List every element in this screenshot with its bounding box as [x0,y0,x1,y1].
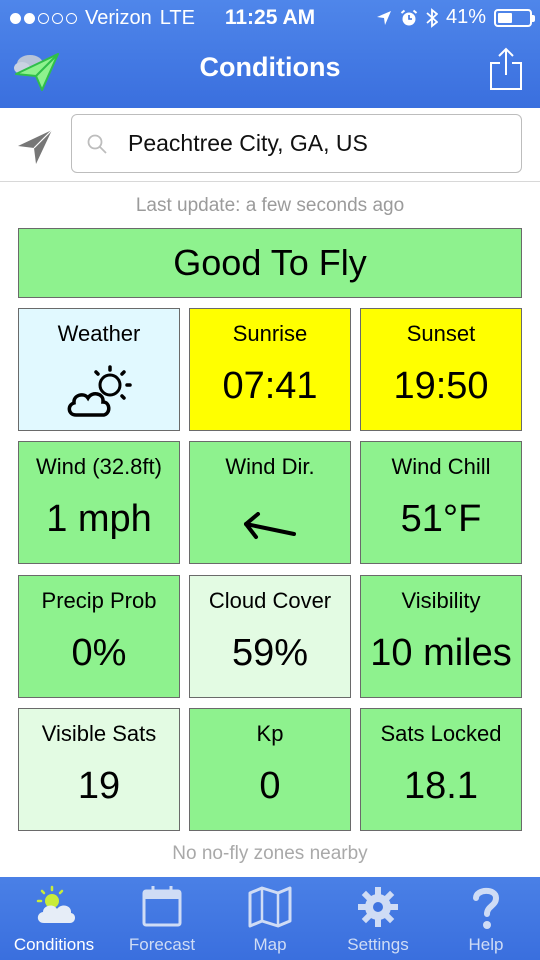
partly-cloudy-icon [67,365,132,417]
no-fly-zones-text: No no-fly zones nearby [172,843,368,864]
wind-speed-tile[interactable]: Wind (32.8ft) 1 mph [18,441,180,564]
tile-value: 10 miles [370,632,512,674]
page-title: Conditions [199,52,341,82]
tile-label: Wind Dir. [225,454,315,479]
tile-value: 19 [77,765,121,807]
tab-label: Forecast [128,935,196,954]
tile-label: Precip Prob [41,588,157,613]
partly-cloudy-icon [36,885,76,923]
share-icon[interactable] [488,46,524,92]
sunset-tile[interactable]: Sunset 19:50 [360,308,522,431]
tile-value: 18.1 [404,765,478,807]
sats-locked-tile[interactable]: Sats Locked 18.1 [360,708,522,831]
navigation-bar: Verizon LTE 11:25 AM 41% Conditions [0,0,540,108]
sunrise-tile[interactable]: Sunrise 07:41 [189,308,351,431]
tile-label: Visibility [401,588,481,613]
battery-percent: 41% [445,6,486,28]
location-services-icon [376,10,391,25]
tab-label: Conditions [13,935,95,954]
tile-value: 1 mph [46,498,152,540]
location-arrow-icon[interactable] [16,128,54,166]
tile-label: Wind (32.8ft) [36,454,162,479]
tab-label: Help [468,935,504,954]
calendar-icon [142,886,182,927]
search-icon [87,134,107,154]
question-mark-icon [473,887,500,929]
tab-label: Map [253,935,287,954]
tab-map[interactable]: Map [216,877,324,960]
tab-bar: Conditions Forecast Map Settings Help [0,877,540,960]
tile-label: Kp [256,721,284,746]
location-search-row: Peachtree City, GA, US [0,108,540,182]
bluetooth-icon [426,7,438,28]
tile-value: 0 [259,765,281,807]
location-search-field[interactable]: Peachtree City, GA, US [71,114,522,173]
wind-direction-tile[interactable]: Wind Dir. [189,441,351,564]
visible-sats-tile[interactable]: Visible Sats 19 [18,708,180,831]
weather-tile[interactable]: Weather [18,308,180,431]
kp-index-tile[interactable]: Kp 0 [189,708,351,831]
cloud-cover-tile[interactable]: Cloud Cover 59% [189,575,351,698]
status-bar: Verizon LTE 11:25 AM 41% [0,0,540,36]
tab-help[interactable]: Help [432,877,540,960]
visibility-tile[interactable]: Visibility 10 miles [360,575,522,698]
search-input[interactable]: Peachtree City, GA, US [128,130,368,157]
tab-label: Settings [347,935,409,954]
arrow-left-icon [244,512,296,539]
tab-conditions[interactable]: Conditions [0,877,108,960]
battery-icon [494,8,535,27]
tile-label: Weather [57,321,141,346]
tile-label: Sats Locked [380,721,502,746]
tile-label: Visible Sats [41,721,157,746]
alarm-icon [400,9,418,25]
tab-forecast[interactable]: Forecast [108,877,216,960]
precip-prob-tile[interactable]: Precip Prob 0% [18,575,180,698]
tile-label: Wind Chill [391,454,491,479]
tile-value: 07:41 [222,365,318,407]
tab-settings[interactable]: Settings [324,877,432,960]
last-update-text: Last update: a few seconds ago [135,195,405,216]
fly-status-banner: Good To Fly [18,228,522,298]
tile-value: 51°F [400,498,482,540]
tile-value: 19:50 [393,365,489,407]
gear-icon [358,887,398,927]
map-icon [248,886,292,928]
tile-value: 59% [231,632,309,674]
tile-label: Cloud Cover [208,588,332,613]
tile-label: Sunrise [232,321,308,346]
tile-label: Sunset [406,321,476,346]
wind-chill-tile[interactable]: Wind Chill 51°F [360,441,522,564]
tile-value: 0% [71,632,127,674]
